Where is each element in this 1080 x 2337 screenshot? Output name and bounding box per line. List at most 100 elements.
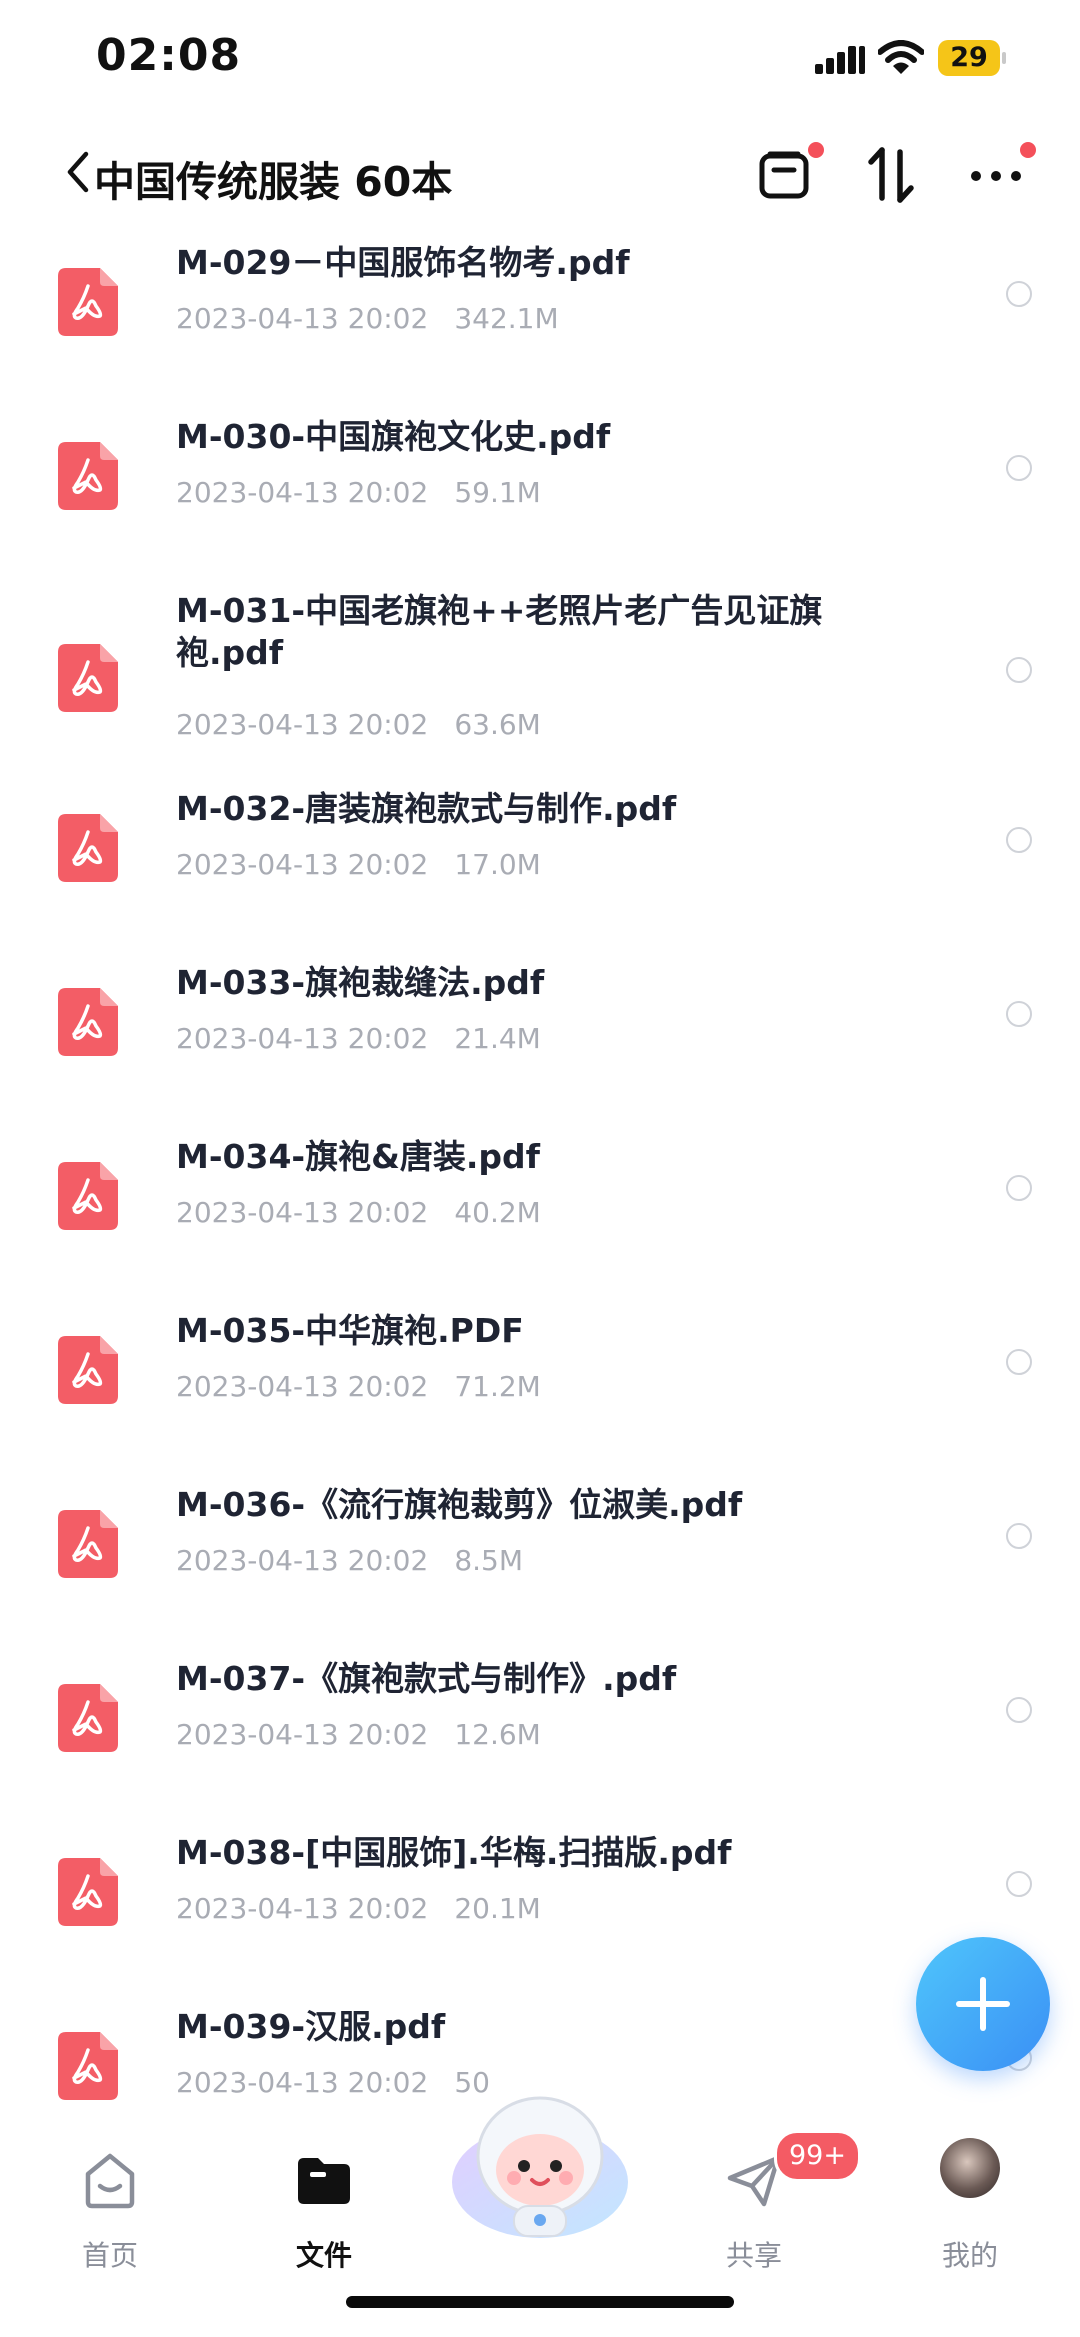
select-checkbox[interactable] [1006, 827, 1032, 853]
status-time: 02:08 [96, 30, 242, 81]
pdf-file-icon [58, 2032, 118, 2100]
file-size: 63.6M [454, 708, 541, 741]
file-name: M-036-《流行旗袍裁剪》位淑美.pdf [176, 1485, 743, 1524]
pdf-file-icon [58, 268, 118, 336]
file-row[interactable]: M-036-《流行旗袍裁剪》位淑美.pdf 2023-04-13 20:02 8.5… [0, 1472, 1080, 1646]
file-date: 2023-04-13 20:02 [176, 1544, 429, 1577]
file-size: 21.4M [454, 1022, 541, 1055]
file-size: 342.1M [454, 302, 559, 335]
header: 中国传统服装 60本 [0, 120, 1080, 230]
avatar[interactable] [940, 2138, 1000, 2198]
pdf-file-icon [58, 814, 118, 882]
file-meta: 2023-04-13 20:02 17.0M [176, 848, 541, 881]
select-checkbox[interactable] [1006, 1871, 1032, 1897]
file-date: 2023-04-13 20:02 [176, 476, 429, 509]
select-checkbox[interactable] [1006, 281, 1032, 307]
back-icon[interactable] [62, 146, 92, 198]
select-checkbox[interactable] [1006, 657, 1032, 683]
file-list: M-029－中国服饰名物考.pdf 2023-04-13 20:02 342.1M M… [0, 230, 1080, 2110]
file-name: M-038-[中国服饰].华梅.扫描版.pdf [176, 1833, 732, 1872]
tab-share-label: 共享 [725, 2239, 782, 2272]
more-button[interactable] [962, 140, 1036, 210]
pdf-file-icon [58, 644, 118, 712]
file-date: 2023-04-13 20:02 [176, 1022, 429, 1055]
pdf-file-icon [58, 442, 118, 510]
file-date: 2023-04-13 20:02 [176, 302, 429, 335]
page-title: 中国传统服装 60本 [94, 158, 453, 206]
sort-button[interactable] [856, 140, 926, 210]
file-row[interactable]: M-033-旗袍裁缝法.pdf 2023-04-13 20:02 21.4M [0, 950, 1080, 1124]
file-name: M-029－中国服饰名物考.pdf [176, 243, 630, 282]
file-size: 59.1M [454, 476, 541, 509]
file-row[interactable]: M-030-中国旗袍文化史.pdf 2023-04-13 20:02 59.1M [0, 404, 1080, 578]
file-row[interactable]: M-031-中国老旗袍++老照片老广告见证旗袍.pdf 2023-04-13 20… [0, 578, 1080, 776]
add-button[interactable] [916, 1937, 1050, 2071]
file-size: 12.6M [454, 1718, 541, 1751]
file-meta: 2023-04-13 20:02 342.1M [176, 302, 559, 335]
select-checkbox[interactable] [1006, 1523, 1032, 1549]
home-icon [85, 2153, 135, 2209]
share-badge: 99+ [774, 2130, 861, 2182]
pdf-file-icon [58, 1858, 118, 1926]
file-size: 17.0M [454, 848, 541, 881]
tab-home[interactable]: 首页 [40, 2132, 180, 2272]
file-name: M-030-中国旗袍文化史.pdf [176, 417, 611, 456]
notification-dot [808, 142, 824, 158]
file-meta: 2023-04-13 20:02 12.6M [176, 1718, 541, 1751]
plus-icon [956, 1977, 1010, 2031]
file-size: 40.2M [454, 1196, 541, 1229]
file-row[interactable]: M-032-唐装旗袍款式与制作.pdf 2023-04-13 20:02 17.0M [0, 776, 1080, 950]
file-row[interactable]: M-037-《旗袍款式与制作》.pdf 2023-04-13 20:02 12.6M [0, 1646, 1080, 1820]
file-date: 2023-04-13 20:02 [176, 1892, 429, 1925]
pdf-file-icon [58, 988, 118, 1056]
file-date: 2023-04-13 20:02 [176, 848, 429, 881]
file-name: M-035-中华旗袍.PDF [176, 1311, 524, 1350]
clipboard-button[interactable] [750, 140, 824, 210]
tab-bar: 首页 文件 共享 99+ 我的 [0, 2096, 1080, 2337]
file-date: 2023-04-13 20:02 [176, 1370, 429, 1403]
select-checkbox[interactable] [1006, 1349, 1032, 1375]
status-bar: 02:08 29 [0, 0, 1080, 120]
file-meta: 2023-04-13 20:02 21.4M [176, 1022, 541, 1055]
file-row[interactable]: M-029－中国服饰名物考.pdf 2023-04-13 20:02 342.1M [0, 230, 1080, 404]
folder-icon [298, 2158, 350, 2204]
cellular-signal-icon [815, 46, 865, 74]
file-meta: 2023-04-13 20:02 20.1M [176, 1892, 541, 1925]
select-checkbox[interactable] [1006, 455, 1032, 481]
file-size: 20.1M [454, 1892, 541, 1925]
tab-files[interactable]: 文件 [254, 2132, 394, 2272]
sort-icon [868, 147, 914, 203]
select-checkbox[interactable] [1006, 1001, 1032, 1027]
pdf-file-icon [58, 1684, 118, 1752]
file-date: 2023-04-13 20:02 [176, 2066, 429, 2099]
home-indicator [346, 2296, 734, 2308]
file-meta: 2023-04-13 20:02 71.2M [176, 1370, 541, 1403]
file-size: 8.5M [454, 1544, 524, 1577]
tab-home-label: 首页 [81, 2239, 138, 2272]
file-row[interactable]: M-035-中华旗袍.PDF 2023-04-13 20:02 71.2M [0, 1298, 1080, 1472]
file-date: 2023-04-13 20:02 [176, 1718, 429, 1751]
file-row[interactable]: M-034-旗袍&唐装.pdf 2023-04-13 20:02 40.2M [0, 1124, 1080, 1298]
file-name: M-032-唐装旗袍款式与制作.pdf [176, 789, 677, 828]
file-name: M-039-汉服.pdf [176, 2007, 446, 2046]
battery-level: 29 [938, 40, 1000, 76]
file-name: M-037-《旗袍款式与制作》.pdf [176, 1659, 677, 1698]
select-checkbox[interactable] [1006, 1175, 1032, 1201]
file-size: 71.2M [454, 1370, 541, 1403]
assistant-mascot[interactable] [448, 2090, 632, 2240]
file-row[interactable]: M-038-[中国服饰].华梅.扫描版.pdf 2023-04-13 20:02 2… [0, 1820, 1080, 1994]
wifi-icon [878, 40, 924, 74]
battery-icon: 29 [938, 40, 1008, 76]
pdf-file-icon [58, 1510, 118, 1578]
tab-files-label: 文件 [295, 2239, 352, 2272]
file-meta: 2023-04-13 20:02 59.1M [176, 476, 541, 509]
file-date: 2023-04-13 20:02 [176, 1196, 429, 1229]
file-meta: 2023-04-13 20:02 40.2M [176, 1196, 541, 1229]
pdf-file-icon [58, 1162, 118, 1230]
file-meta: 2023-04-13 20:02 50 [176, 2066, 490, 2099]
file-name: M-033-旗袍裁缝法.pdf [176, 963, 545, 1002]
file-name: M-031-中国老旗袍++老照片老广告见证旗袍.pdf [176, 591, 823, 672]
select-checkbox[interactable] [1006, 1697, 1032, 1723]
notification-dot [1020, 142, 1036, 158]
file-date: 2023-04-13 20:02 [176, 708, 429, 741]
